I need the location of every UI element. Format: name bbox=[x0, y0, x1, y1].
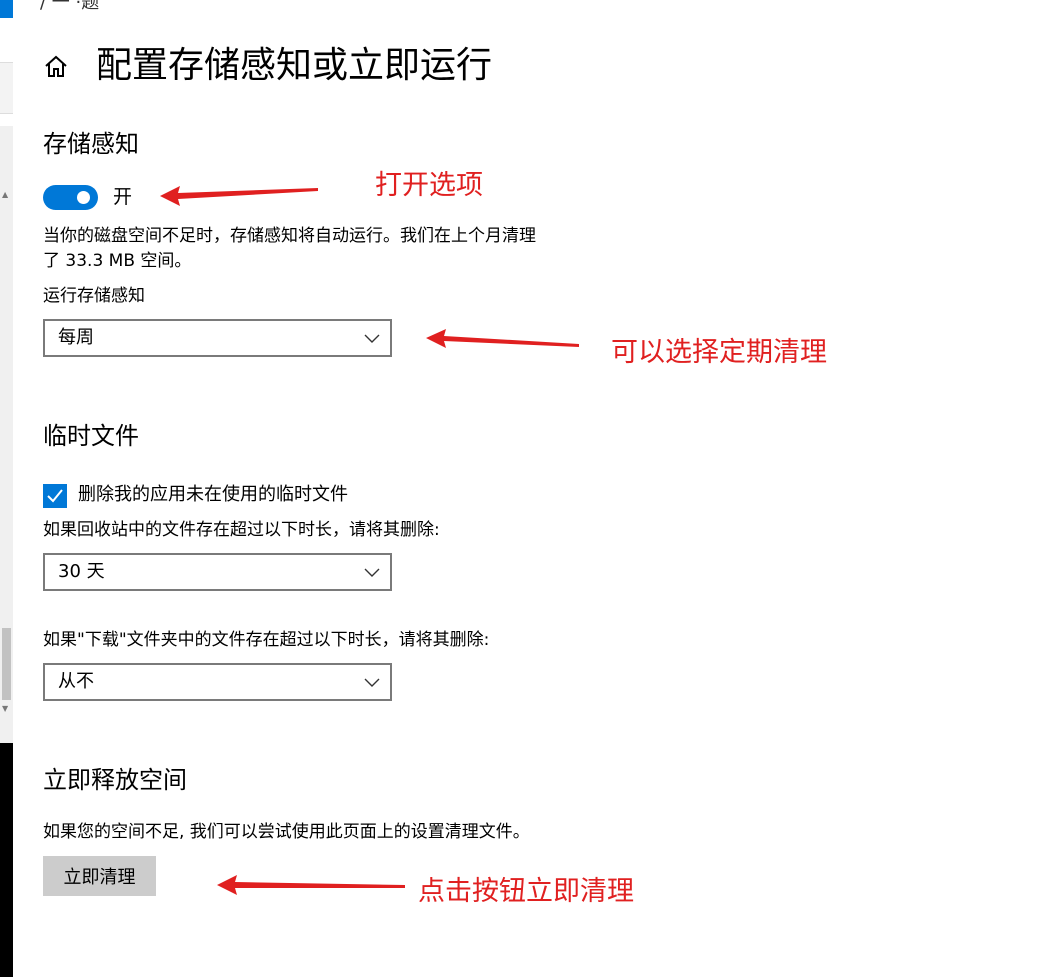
recycle-bin-label: 如果回收站中的文件存在超过以下时长，请将其删除: bbox=[43, 520, 440, 540]
free-space-heading: 立即释放空间 bbox=[43, 766, 187, 794]
recycle-bin-dropdown[interactable]: 30 天 bbox=[43, 553, 392, 591]
storage-sense-heading: 存储感知 bbox=[43, 130, 139, 158]
page-title: 配置存储感知或立即运行 bbox=[96, 45, 493, 86]
delete-temp-files-label[interactable]: 删除我的应用未在使用的临时文件 bbox=[78, 482, 348, 508]
storage-sense-toggle[interactable] bbox=[43, 185, 98, 210]
arrow-left-icon bbox=[217, 875, 405, 895]
scroll-down-icon[interactable]: ▼ bbox=[2, 704, 8, 713]
storage-sense-description-line1: 当你的磁盘空间不足时，存储感知将自动运行。我们在上个月清理 bbox=[43, 226, 536, 246]
checkmark-icon bbox=[47, 489, 63, 503]
cut-off-heading: / 一 ·题 bbox=[40, 0, 100, 13]
arrow-left-icon bbox=[160, 186, 318, 206]
nav-search-box-edge bbox=[0, 62, 13, 114]
downloads-value: 从不 bbox=[58, 671, 94, 692]
free-space-description: 如果您的空间不足, 我们可以尝试使用此页面上的设置清理文件。 bbox=[43, 822, 530, 842]
run-frequency-value: 每周 bbox=[58, 327, 94, 348]
nav-selected-indicator bbox=[0, 0, 13, 18]
storage-sense-description-line2: 了 33.3 MB 空间。 bbox=[43, 251, 192, 271]
annotation-open-option: 打开选项 bbox=[375, 170, 483, 201]
arrow-left-icon bbox=[426, 329, 579, 348]
scrollbar-thumb[interactable] bbox=[2, 628, 11, 700]
clean-now-button[interactable]: 立即清理 bbox=[43, 856, 156, 896]
annotation-scheduled-cleanup: 可以选择定期清理 bbox=[611, 337, 827, 368]
taskbar-edge bbox=[0, 743, 13, 977]
home-icon[interactable] bbox=[42, 52, 70, 80]
scroll-up-icon[interactable]: ▲ bbox=[2, 190, 8, 199]
recycle-bin-value: 30 天 bbox=[58, 561, 105, 582]
chevron-down-icon bbox=[364, 678, 380, 687]
downloads-label: 如果"下载"文件夹中的文件存在超过以下时长，请将其删除: bbox=[43, 630, 490, 650]
toggle-state-label: 开 bbox=[113, 186, 133, 208]
chevron-down-icon bbox=[364, 334, 380, 343]
downloads-dropdown[interactable]: 从不 bbox=[43, 663, 392, 701]
left-window-edge: ▲ ▼ bbox=[0, 0, 13, 977]
run-frequency-dropdown[interactable]: 每周 bbox=[43, 319, 392, 357]
temp-files-heading: 临时文件 bbox=[43, 422, 139, 450]
run-storage-sense-label: 运行存储感知 bbox=[43, 286, 145, 306]
toggle-knob bbox=[77, 191, 90, 204]
delete-temp-files-checkbox[interactable] bbox=[43, 484, 67, 508]
chevron-down-icon bbox=[364, 568, 380, 577]
annotation-click-clean: 点击按钮立即清理 bbox=[418, 876, 634, 907]
